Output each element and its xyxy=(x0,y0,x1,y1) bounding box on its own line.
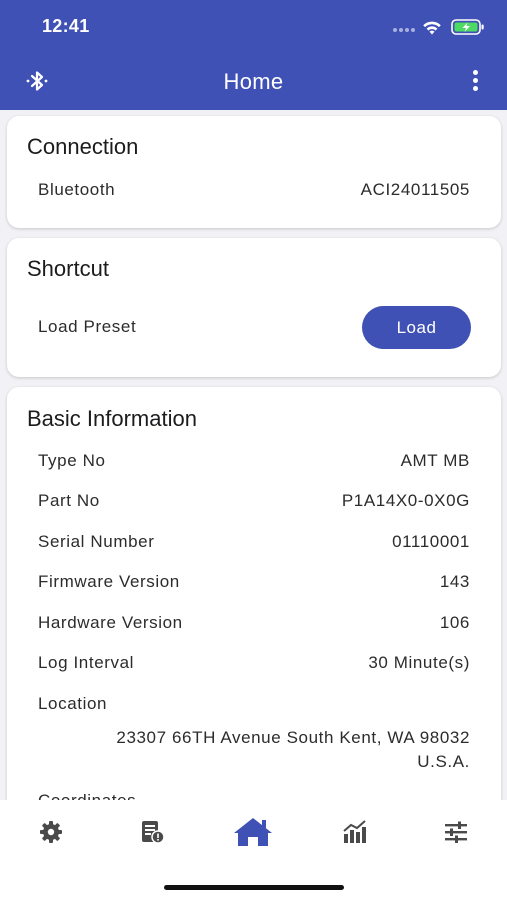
info-value: 106 xyxy=(439,613,470,632)
bluetooth-device-id: ACI24011505 xyxy=(360,180,470,199)
home-indicator xyxy=(164,885,344,890)
nav-adjustments[interactable] xyxy=(434,817,478,847)
info-row-hardware-version: Hardware Version 106 xyxy=(38,611,470,635)
info-value: P1A14X0-0X0G xyxy=(341,491,470,510)
battery-charging-icon xyxy=(451,19,484,35)
shortcut-card: Shortcut Load Preset Load xyxy=(7,238,501,377)
status-time: 12:41 xyxy=(42,16,90,36)
info-row-type-no: Type No AMT MB xyxy=(38,449,470,473)
info-label: Part No xyxy=(38,491,100,510)
load-button[interactable]: Load xyxy=(362,306,471,349)
info-label: Log Interval xyxy=(38,653,135,672)
info-row-location: Location xyxy=(38,692,470,716)
cellular-signal-icon xyxy=(393,28,415,32)
nav-chart[interactable] xyxy=(333,817,377,847)
info-label: Firmware Version xyxy=(38,572,180,591)
info-value: 143 xyxy=(439,572,470,591)
home-icon xyxy=(234,818,272,846)
settings-gear-icon xyxy=(40,821,62,843)
chart-icon xyxy=(343,820,366,843)
shortcut-title: Shortcut xyxy=(27,256,109,281)
bluetooth-label: Bluetooth xyxy=(38,180,116,199)
more-menu-icon[interactable] xyxy=(466,70,484,92)
info-value: 30 Minute(s) xyxy=(368,653,470,672)
connection-title: Connection xyxy=(27,134,139,159)
wifi-icon xyxy=(423,21,441,35)
nav-settings[interactable] xyxy=(29,817,73,847)
info-value: 01110001 xyxy=(392,532,470,551)
info-row-firmware-version: Firmware Version 143 xyxy=(38,570,470,594)
info-row-part-no: Part No P1A14X0-0X0G xyxy=(38,489,470,513)
basic-information-title: Basic Information xyxy=(27,406,197,431)
location-label: Location xyxy=(38,694,108,713)
info-row-log-interval: Log Interval 30 Minute(s) xyxy=(38,651,470,675)
info-row-serial-number: Serial Number 01110001 xyxy=(38,530,470,554)
bluetooth-row: Bluetooth ACI24011505 xyxy=(38,178,470,202)
info-label: Serial Number xyxy=(38,532,155,551)
info-label: Hardware Version xyxy=(38,613,183,632)
info-label: Type No xyxy=(38,451,106,470)
load-preset-row: Load Preset xyxy=(38,315,238,339)
location-address-line2: U.S.A. xyxy=(417,752,470,771)
nav-home[interactable] xyxy=(231,817,275,847)
load-preset-label: Load Preset xyxy=(38,317,137,336)
sliders-icon xyxy=(445,821,467,843)
info-value: AMT MB xyxy=(400,451,470,470)
basic-information-card: Basic Information Type No AMT MB Part No… xyxy=(7,387,501,827)
location-address-line1: 23307 66TH Avenue South Kent, WA 98032 xyxy=(116,728,470,747)
connection-card: Connection Bluetooth ACI24011505 xyxy=(7,116,501,228)
nav-device-report[interactable] xyxy=(130,817,174,847)
home-screen: 12:41 Home Connection Bluetooth ACI24011… xyxy=(0,0,507,900)
device-report-icon xyxy=(142,821,165,844)
app-bar: 12:41 Home xyxy=(0,0,507,110)
page-title: Home xyxy=(223,69,284,94)
